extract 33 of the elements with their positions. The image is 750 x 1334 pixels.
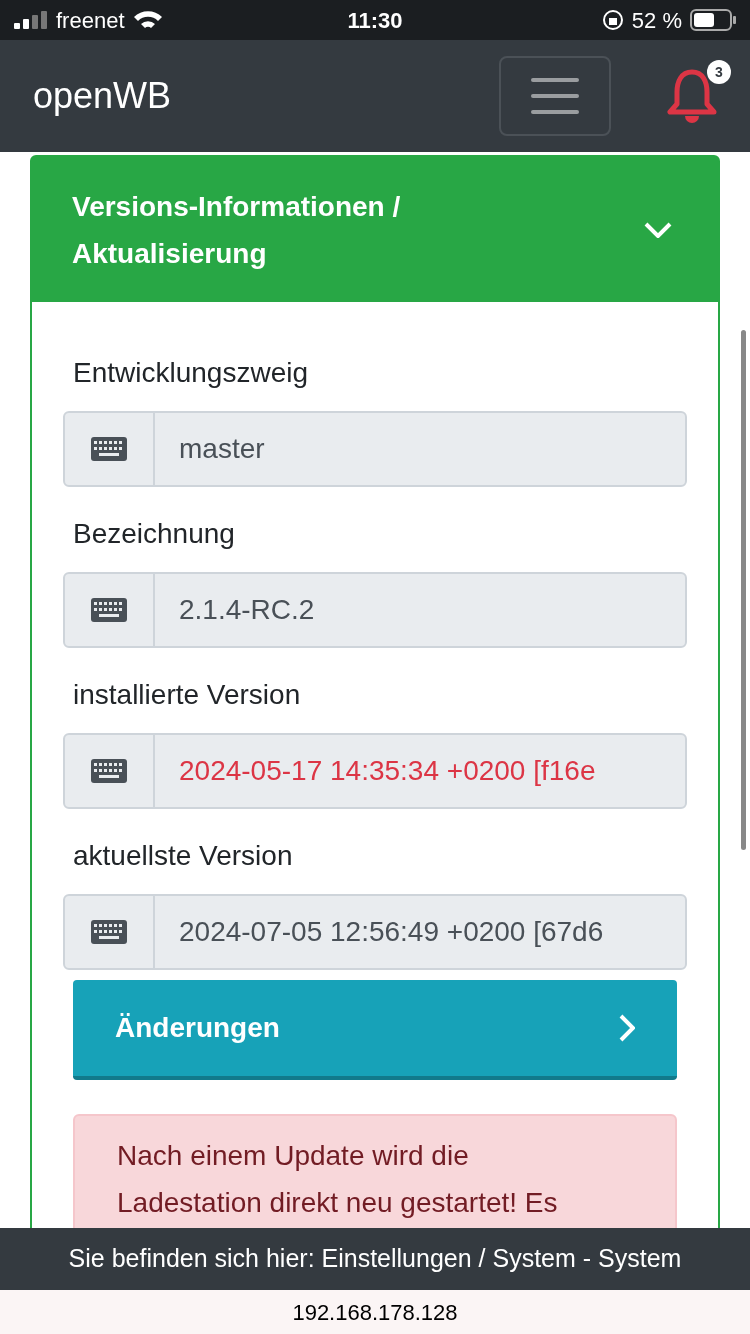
clock: 11:30 [346,6,404,35]
chevron-right-icon [619,1014,635,1042]
field-label: aktuellste Version [72,839,294,873]
input-field[interactable]: 2024-07-05 12:56:49 +0200 [67d6 [63,894,687,970]
battery-icon [690,9,736,31]
wifi-icon [132,9,163,31]
field-value: master [178,432,265,466]
keyboard-icon [91,759,127,783]
signal-icon [14,11,48,29]
rotation-lock-icon [601,9,624,31]
input-field[interactable]: master [63,411,687,487]
bell-icon[interactable] [667,68,717,124]
field-label: installierte Version [72,678,302,712]
battery-percent: 52 % [631,6,682,35]
field-value: 2024-05-17 14:35:34 +0200 [f16e [178,754,596,788]
breadcrumb-text: Sie befinden sich hier: Einstellungen / System - System [68,1243,682,1275]
alert-text: Nach einem Update wird die Ladestation direkt neu gestartet! Es [117,1139,559,1220]
field-value: 2.1.4-RC.2 [178,593,315,627]
keyboard-icon [91,920,127,944]
field-value: 2024-07-05 12:56:49 +0200 [67d6 [178,915,604,949]
carrier-name: freenet [56,6,125,35]
field-label: Entwicklungszweig [72,356,309,390]
input-field[interactable]: 2024-05-17 14:35:34 +0200 [f16e [63,733,687,809]
field-label: Bezeichnung [72,517,236,551]
brand-name[interactable]: openWB [33,69,499,123]
notification-badge: 3 [707,60,731,84]
keyboard-icon [91,437,127,461]
keyboard-icon [91,598,127,622]
menu-button[interactable] [499,56,611,136]
input-field[interactable]: 2.1.4-RC.2 [63,572,687,648]
menu-icon [531,78,579,114]
url-text[interactable]: 192.168.178.128 [292,1295,458,1329]
card-title: Versions-Informationen / Aktualisierung [72,189,402,271]
